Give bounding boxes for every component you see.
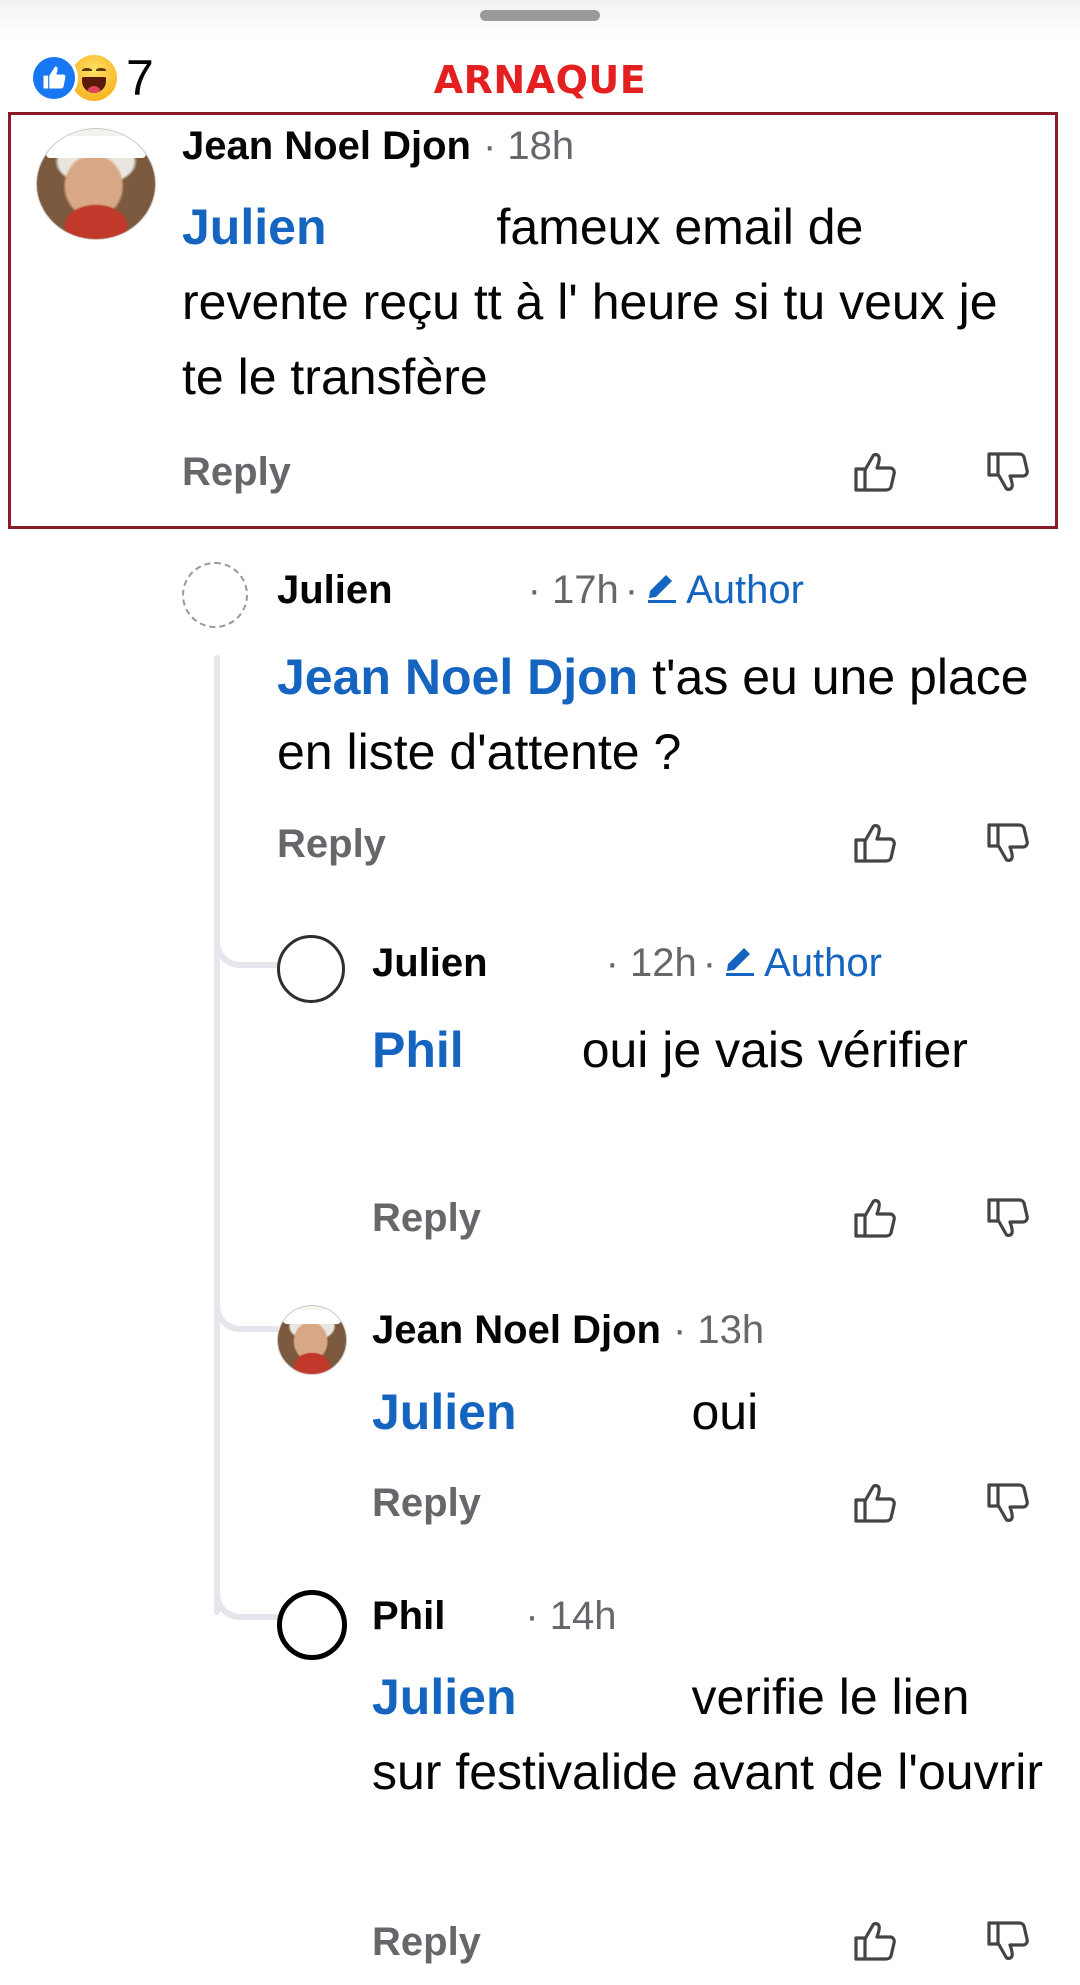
- downvote-button[interactable]: [983, 818, 1033, 868]
- thumbs-down-outline-icon: [984, 1479, 1032, 1527]
- thread-connector: [214, 655, 220, 1615]
- comment-body: Phil oui je vais vérifier: [372, 1022, 968, 1078]
- thumbs-up-outline-icon: [851, 1194, 899, 1242]
- comment-author[interactable]: Jean Noel Djon: [372, 1308, 661, 1353]
- downvote-button[interactable]: [983, 1478, 1033, 1528]
- reply-button[interactable]: Reply: [277, 822, 386, 867]
- avatar[interactable]: [182, 562, 248, 628]
- comment-author[interactable]: Julien: [372, 941, 488, 986]
- comment-meta: Julien · 12h · Author: [372, 941, 882, 986]
- upvote-button[interactable]: [850, 1193, 900, 1243]
- comment-time[interactable]: · 17h: [528, 568, 619, 613]
- mention-link[interactable]: Jean Noel Djon: [277, 649, 638, 705]
- mention-link[interactable]: Julien: [372, 1384, 516, 1440]
- reply-button[interactable]: Reply: [372, 1920, 481, 1965]
- thumbs-up-outline-icon: [851, 1479, 899, 1527]
- author-badge: Author: [722, 941, 882, 986]
- thread-branch: [214, 1550, 278, 1620]
- comment-body: Julien oui: [372, 1384, 759, 1440]
- upvote-button[interactable]: [850, 818, 900, 868]
- mention-link[interactable]: Julien: [182, 199, 326, 255]
- thumbs-up-outline-icon: [851, 819, 899, 867]
- annotation-label: ARNAQUE: [433, 58, 647, 102]
- like-reaction-icon: [30, 54, 78, 102]
- thumbs-down-outline-icon: [984, 819, 1032, 867]
- comment-time[interactable]: · 12h: [606, 941, 697, 986]
- thread-branch: [214, 1260, 278, 1332]
- sheet-drag-handle[interactable]: [480, 10, 600, 21]
- comment-meta: Phil · 14h: [372, 1594, 617, 1639]
- reply-button[interactable]: Reply: [372, 1196, 481, 1241]
- upvote-button[interactable]: [850, 447, 900, 497]
- thumbs-up-outline-icon: [851, 448, 899, 496]
- comment-body: Jean Noel Djon t'as eu une place en list…: [277, 649, 1029, 780]
- upvote-button[interactable]: [850, 1916, 900, 1966]
- comment-time[interactable]: · 13h: [673, 1308, 764, 1353]
- author-badge: Author: [644, 568, 804, 613]
- comment-meta: Julien · 17h · Author: [277, 568, 804, 613]
- avatar[interactable]: [277, 1305, 347, 1375]
- comment-author[interactable]: Jean Noel Djon: [182, 124, 471, 169]
- comment-meta: Jean Noel Djon · 13h: [372, 1308, 764, 1353]
- pencil-icon: [644, 569, 680, 603]
- avatar[interactable]: [277, 1590, 347, 1660]
- comment-body: Julien fameux email de revente reçu tt à l…: [182, 199, 998, 405]
- downvote-button[interactable]: [983, 1916, 1033, 1966]
- reply-button[interactable]: Reply: [372, 1481, 481, 1526]
- comment-time[interactable]: · 18h: [483, 124, 574, 169]
- thumbs-up-outline-icon: [851, 1917, 899, 1965]
- comment-author[interactable]: Phil: [372, 1594, 445, 1639]
- mention-link[interactable]: Phil: [372, 1022, 464, 1078]
- comment-body: Julien verifie le lien sur festivalide ava…: [372, 1669, 1043, 1800]
- avatar[interactable]: [36, 128, 156, 240]
- pencil-icon: [722, 942, 758, 976]
- downvote-button[interactable]: [983, 1193, 1033, 1243]
- comment-time[interactable]: · 14h: [525, 1594, 616, 1639]
- thumbs-down-outline-icon: [984, 1194, 1032, 1242]
- upvote-button[interactable]: [850, 1478, 900, 1528]
- reply-button[interactable]: Reply: [182, 450, 291, 495]
- thread-branch: [214, 900, 278, 968]
- mention-link[interactable]: Julien: [372, 1669, 516, 1725]
- comment-meta: Jean Noel Djon · 18h: [182, 124, 574, 169]
- thumbs-down-outline-icon: [984, 448, 1032, 496]
- comment-author[interactable]: Julien: [277, 568, 393, 613]
- downvote-button[interactable]: [983, 447, 1033, 497]
- thumbs-down-outline-icon: [984, 1917, 1032, 1965]
- avatar[interactable]: [277, 935, 345, 1003]
